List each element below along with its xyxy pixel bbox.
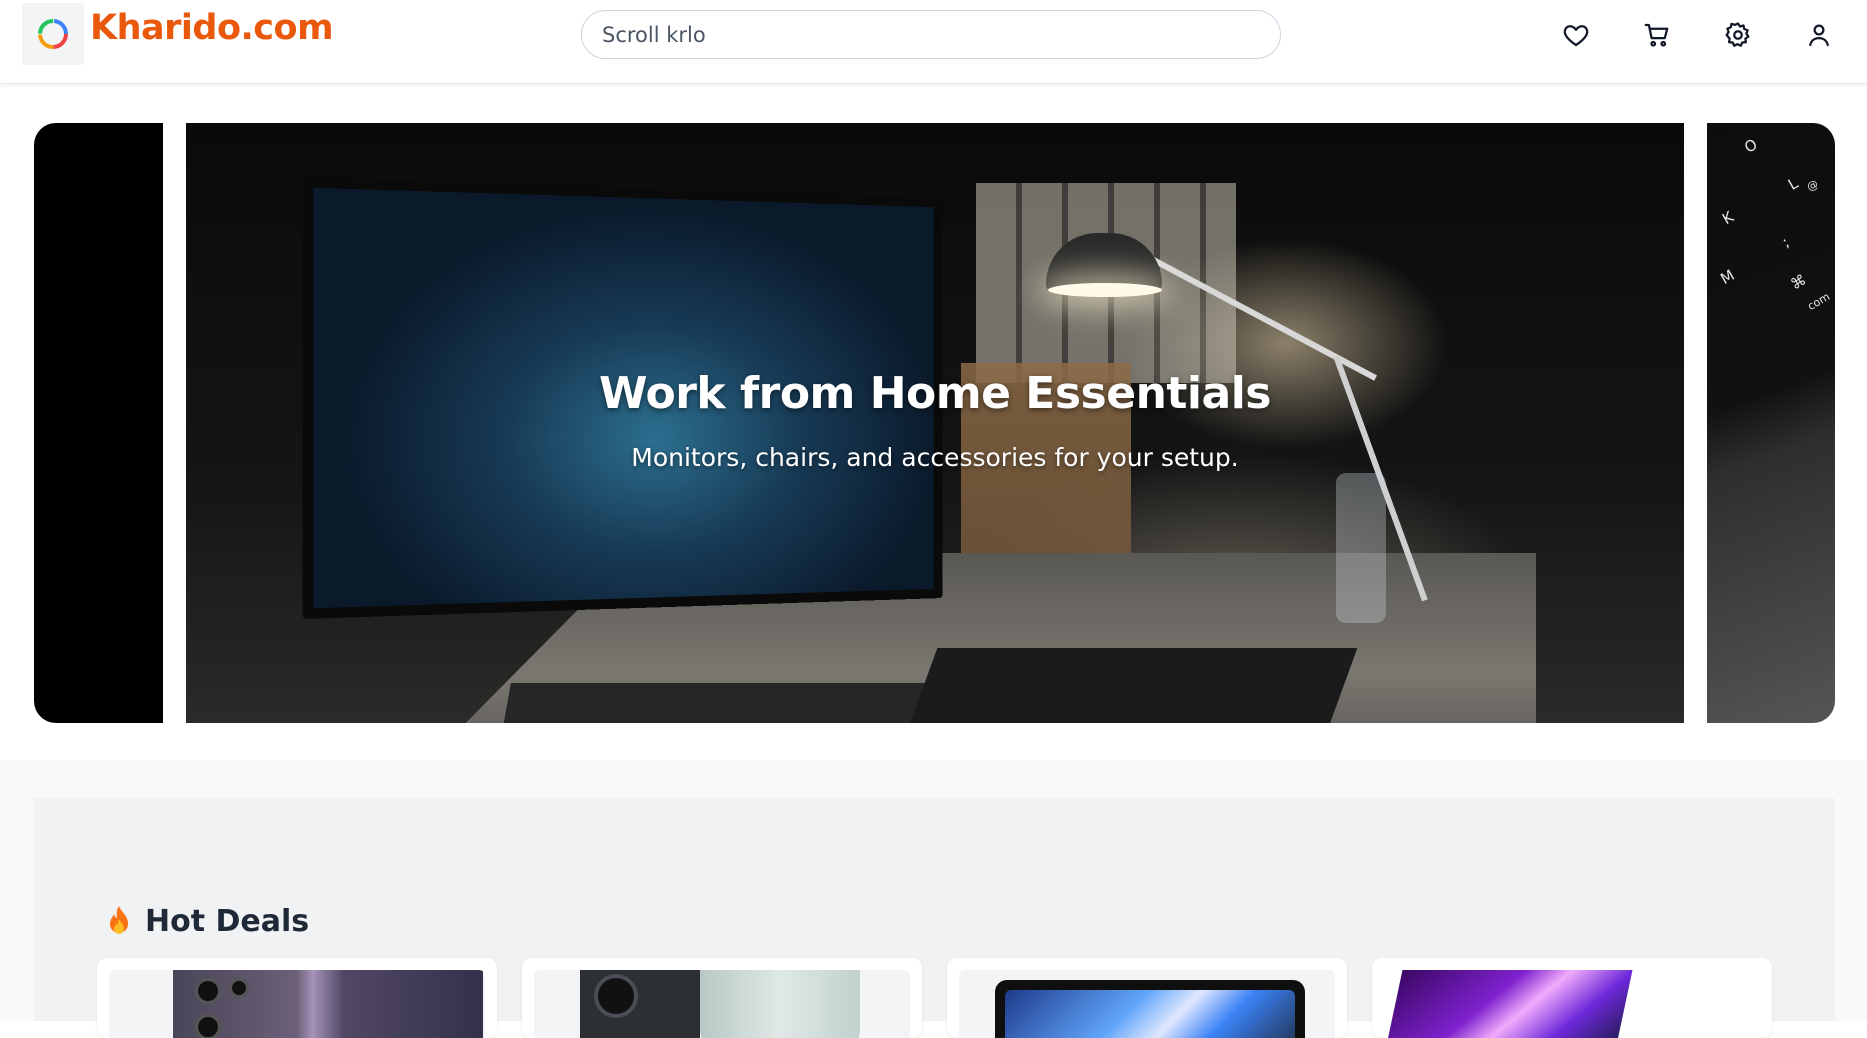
- carousel-next-slide[interactable]: O L @ K ; M ⌘ com: [1707, 123, 1835, 723]
- keyboard-key-label: @: [1804, 177, 1821, 194]
- top-header: Kharido.com: [0, 0, 1867, 84]
- user-icon: [1809, 24, 1829, 47]
- mousepad-image: [904, 648, 1358, 723]
- bottle-image: [1336, 473, 1386, 623]
- cart-icon: [1644, 23, 1669, 47]
- keyboard-image: [501, 683, 931, 723]
- hot-deals-heading: Hot Deals: [105, 903, 309, 939]
- section-title: Hot Deals: [145, 903, 310, 939]
- product-image: [959, 970, 1335, 1038]
- deal-card[interactable]: [522, 958, 922, 1038]
- carousel-slide-work-from-home[interactable]: Work from Home Essentials Monitors, chai…: [186, 123, 1684, 723]
- heart-icon: [1563, 25, 1589, 47]
- wishlist-button[interactable]: [1561, 20, 1591, 50]
- deal-card[interactable]: [1372, 958, 1772, 1038]
- deal-card[interactable]: [947, 958, 1347, 1038]
- profile-button[interactable]: [1804, 20, 1834, 50]
- logo[interactable]: [22, 3, 84, 65]
- keyboard-key-label: M: [1717, 265, 1738, 289]
- product-image: [1384, 970, 1760, 1038]
- product-image: [534, 970, 910, 1038]
- keyboard-key-label: L: [1785, 174, 1802, 194]
- hero-subtitle: Monitors, chairs, and accessories for yo…: [631, 443, 1239, 472]
- gear-icon: [1725, 22, 1750, 47]
- lamp-light-image: [1048, 283, 1162, 297]
- product-image: [109, 970, 485, 1038]
- brand-name[interactable]: Kharido.com: [90, 8, 334, 48]
- deal-card[interactable]: [97, 958, 497, 1038]
- keyboard-key-label: com: [1805, 289, 1833, 314]
- hero-title: Work from Home Essentials: [599, 368, 1271, 419]
- cart-button[interactable]: [1642, 20, 1672, 50]
- fire-icon: [110, 906, 128, 934]
- keyboard-key-label: O: [1741, 135, 1761, 157]
- keyboard-key-label: K: [1719, 207, 1737, 229]
- settings-button[interactable]: [1723, 20, 1753, 50]
- hero-carousel[interactable]: Work from Home Essentials Monitors, chai…: [0, 84, 1867, 760]
- keyboard-key-label: ⌘: [1787, 270, 1810, 294]
- carousel-prev-slide[interactable]: [34, 123, 163, 723]
- search-input[interactable]: [581, 10, 1281, 59]
- keyboard-key-label: ;: [1778, 232, 1793, 252]
- circular-arrows-logo-icon: [38, 19, 68, 49]
